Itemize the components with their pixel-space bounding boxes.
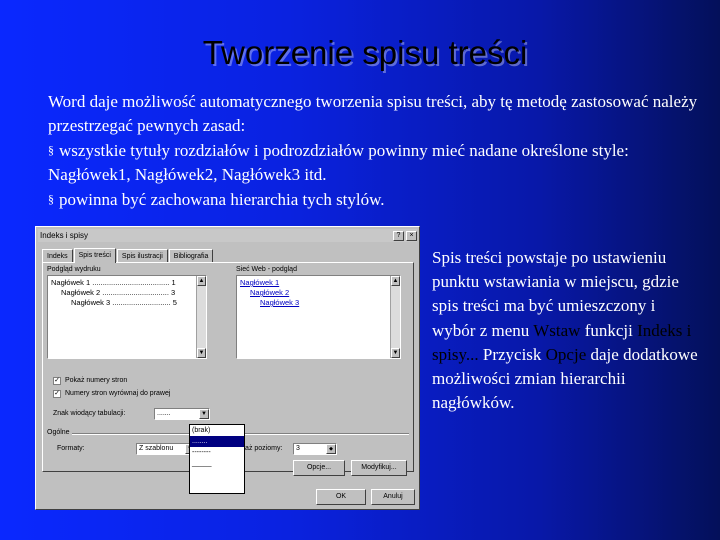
tab-bibliography[interactable]: Bibliografia bbox=[168, 249, 214, 263]
preview-heading-1: Nagłówek 1 .............................… bbox=[51, 278, 176, 287]
scroll-down-icon[interactable]: ▼ bbox=[197, 348, 206, 358]
options-button[interactable]: Opcje... bbox=[293, 460, 345, 476]
bullet-text: wszystkie tytuły rozdziałów i podrozdzia… bbox=[48, 141, 629, 184]
preview-heading-2: Nagłówek 2 .............................… bbox=[61, 288, 176, 297]
menu-name-highlight: Wstaw bbox=[533, 320, 581, 340]
general-group-label: Ogólne bbox=[47, 429, 72, 436]
leader-option[interactable]: (brak) bbox=[190, 425, 244, 436]
print-preview-box: Nagłówek 1 .............................… bbox=[47, 275, 207, 359]
bullet-item-styles: § wszystkie tytuły rozdziałów i podrozdzi… bbox=[48, 138, 708, 187]
dialog-titlebar: Indeks i spisy ? × bbox=[38, 229, 417, 242]
web-link-heading-2[interactable]: Nagłówek 2 bbox=[240, 288, 397, 298]
side-text-part: funkcji bbox=[584, 320, 633, 340]
formats-select[interactable]: Z szablonu ▼ bbox=[136, 443, 196, 455]
bullet-icon: § bbox=[48, 192, 54, 206]
spinner-icon[interactable]: ◆ bbox=[326, 444, 336, 454]
bullet-item-hierarchy: § powinna być zachowana hierarchia tych s… bbox=[48, 187, 708, 212]
intro-text: Word daje możliwość automatycznego tworz… bbox=[48, 90, 708, 212]
tab-index[interactable]: Indeks bbox=[42, 249, 73, 263]
close-icon[interactable]: × bbox=[406, 230, 417, 241]
help-icon[interactable]: ? bbox=[393, 230, 404, 241]
show-levels-value: 3 bbox=[296, 445, 300, 452]
web-link-heading-1[interactable]: Nagłówek 1 bbox=[240, 278, 397, 288]
index-and-tables-dialog: Indeks i spisy ? × Indeks Spis treści Sp… bbox=[35, 226, 420, 510]
ok-button[interactable]: OK bbox=[316, 489, 366, 505]
formats-value: Z szablonu bbox=[139, 445, 174, 452]
button-name-highlight: Opcje bbox=[545, 344, 587, 364]
tab-leader-dropdown-list: (brak) ........ -------- _____ bbox=[189, 424, 245, 494]
tab-leader-value: ....... bbox=[157, 410, 171, 417]
align-right-checkbox[interactable]: ✓ bbox=[53, 390, 61, 398]
scroll-up-icon[interactable]: ▲ bbox=[391, 276, 400, 286]
show-page-numbers-checkbox[interactable]: ✓ bbox=[53, 377, 61, 385]
tab-leader-select[interactable]: ....... ▼ bbox=[154, 408, 210, 420]
slide-title: Tworzenie spisu treści bbox=[202, 34, 528, 71]
dialog-title: Indeks i spisy bbox=[40, 231, 89, 240]
preview-heading-3: Nagłówek 3 ............................ … bbox=[71, 298, 177, 307]
side-description: Spis treści powstaje po ustawieniu punkt… bbox=[432, 246, 702, 415]
show-page-numbers-label: Pokaż numery stron bbox=[65, 377, 128, 384]
cancel-button[interactable]: Anuluj bbox=[371, 489, 415, 505]
modify-button[interactable]: Modyfikuj... bbox=[351, 460, 407, 476]
bullet-text: powinna być zachowana hierarchia tych st… bbox=[59, 190, 385, 209]
scrollbar[interactable]: ▲ ▼ bbox=[196, 276, 206, 358]
align-right-label: Numery stron wyrównaj do prawej bbox=[65, 390, 171, 397]
dialog-tabs: Indeks Spis treści Spis ilustracji Bibli… bbox=[42, 248, 214, 263]
print-preview-label: Podgląd wydruku bbox=[47, 266, 101, 273]
web-preview-label: Sieć Web - podgląd bbox=[236, 266, 297, 273]
side-text-part: Przycisk bbox=[482, 344, 542, 364]
web-link-heading-3[interactable]: Nagłówek 3 bbox=[240, 298, 397, 308]
web-preview-box: Nagłówek 1 Nagłówek 2 Nagłówek 3 ▲ ▼ bbox=[236, 275, 401, 359]
scroll-up-icon[interactable]: ▲ bbox=[197, 276, 206, 286]
leader-option[interactable]: -------- bbox=[190, 447, 244, 458]
tab-table-of-figures[interactable]: Spis ilustracji bbox=[116, 249, 168, 263]
formats-label: Formaty: bbox=[57, 445, 85, 452]
show-levels-spinner[interactable]: 3 ◆ bbox=[293, 443, 337, 455]
leader-option[interactable]: _____ bbox=[190, 458, 244, 469]
chevron-down-icon[interactable]: ▼ bbox=[199, 409, 209, 419]
tab-leader-label: Znak wiodący tabulacji: bbox=[53, 410, 126, 417]
scroll-down-icon[interactable]: ▼ bbox=[391, 348, 400, 358]
tab-table-of-contents[interactable]: Spis treści bbox=[73, 248, 116, 263]
intro-paragraph: Word daje możliwość automatycznego tworz… bbox=[48, 92, 698, 135]
leader-option-selected[interactable]: ........ bbox=[190, 436, 244, 447]
scrollbar[interactable]: ▲ ▼ bbox=[390, 276, 400, 358]
bullet-icon: § bbox=[48, 143, 54, 157]
